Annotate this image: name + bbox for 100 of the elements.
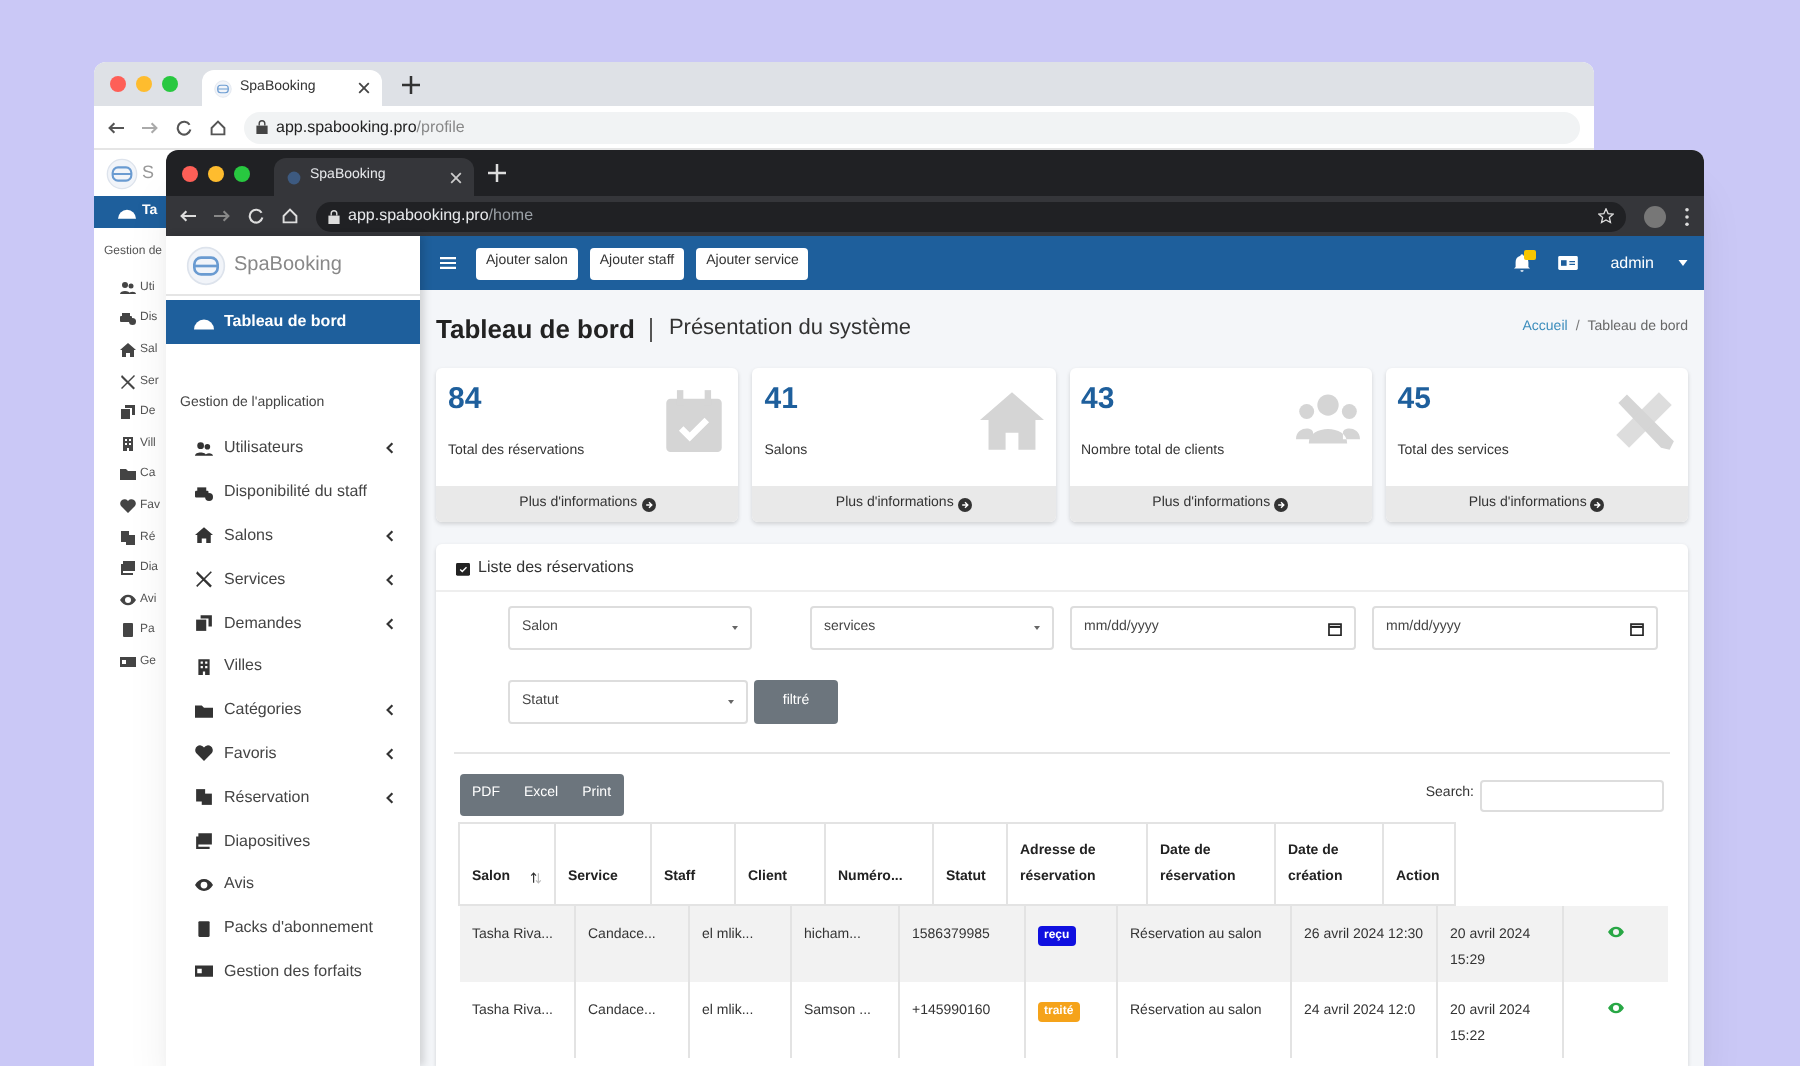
back-arrow-icon[interactable] [108,119,124,135]
sidebar-item[interactable]: Disponibilité du staff [166,470,420,515]
sidebar-item[interactable]: Services [166,557,420,602]
bell-icon[interactable] [1514,254,1531,272]
documents-icon [120,529,136,546]
sidebar-item[interactable]: Salons [166,514,420,558]
chevron-left-icon [386,617,394,630]
sort-icon [530,872,542,884]
folder-icon [194,701,214,720]
chevron-left-icon [386,791,394,804]
menu-icon[interactable] [440,256,456,270]
caret-down-icon [1678,260,1688,266]
sidebar-label: Demandes [224,611,304,636]
chevron-left-icon [386,747,394,760]
sidebar-item[interactable]: Catégories [166,688,420,733]
notification-badge [1524,250,1537,260]
user-menu[interactable]: admin [1610,251,1688,275]
url-text: app.spabooking.pro/home [348,204,534,228]
document-icon [194,919,214,938]
home-icon[interactable] [210,119,226,135]
dashboard-icon [118,204,136,220]
forward-arrow-icon[interactable] [214,208,230,224]
calendar-icon [1630,621,1644,635]
house-icon [979,388,1043,452]
sidebar-item[interactable]: Demandes [166,601,420,645]
chevron-left-icon [386,442,394,455]
brand-name: S [142,159,155,186]
sidebar-label: Tableau de bord [224,310,347,334]
brand-name: SpaBooking [234,252,342,280]
caret-down-icon [732,626,738,630]
sidebar-item[interactable]: Avis [166,862,420,907]
documents-icon [194,788,214,807]
globe-icon [286,169,302,185]
sidebar-item[interactable]: Villes [166,644,420,689]
sidebar-item[interactable]: Favoris [166,732,420,776]
lock-icon [256,120,268,134]
sidebar-label: Services [224,567,288,592]
url-text: app.spabooking.pro/profile [276,115,465,139]
sidebar-label: Salons [224,523,275,548]
sidebar-item[interactable]: Réservation [166,775,420,820]
calendar-check-icon [662,388,727,452]
document-icon [120,622,136,639]
sidebar-label: Utilisateurs [224,436,306,461]
sidebar-label: Diapositives [224,829,313,854]
calendar-icon [1328,621,1342,635]
logo-icon [186,245,226,285]
address-bar[interactable]: app.spabooking.pro/home [316,201,1626,231]
dashboard-icon [194,314,214,330]
plus-icon[interactable] [402,75,420,93]
caret-down-icon [1034,626,1040,630]
sidebar-item[interactable]: Gestion des forfaits [166,950,420,994]
eye-icon[interactable] [1608,926,1624,938]
chevron-left-icon [386,704,394,717]
arrow-circle-right-icon [641,497,656,511]
copy-icon [120,404,136,421]
star-icon[interactable] [1598,208,1614,224]
heart-icon [194,744,214,763]
users-icon [120,279,136,296]
sidebar-item[interactable]: Diapositives [166,819,420,863]
sidebar-item[interactable]: Utilisateurs [166,427,420,471]
images-icon [120,560,136,577]
avatar-icon[interactable] [1644,205,1666,227]
arrow-circle-right-icon [1274,497,1289,511]
sidebar-label: Catégories [224,698,304,723]
heart-icon [120,497,136,514]
stat-value: 43 [1081,384,1117,414]
address-bar[interactable]: app.spabooking.pro/profile [244,111,1580,143]
sidebar-label: Disponibilité du staff [224,480,369,505]
more-icon[interactable] [1684,207,1690,225]
folder-icon [120,466,136,483]
logo-icon [106,157,138,189]
card-title: Liste des réservations [478,555,634,579]
id-card-icon[interactable] [1558,256,1579,270]
stat-value: 41 [764,384,800,414]
sidebar-label: Réservation [224,785,312,810]
building-icon [194,657,214,676]
images-icon [194,832,214,851]
stat-value: 84 [448,384,484,414]
caret-down-icon [728,700,734,704]
page-title: Tableau de bord [436,311,635,348]
home-icon [120,341,136,358]
card-icon [120,653,136,670]
arrow-circle-right-icon [1590,497,1605,511]
chevron-left-icon [386,573,394,586]
stat-value: 45 [1397,384,1433,414]
sidebar-item[interactable]: Tableau de bord [166,300,420,344]
page-subtitle: Présentation du système [668,314,912,345]
building-icon [120,435,136,452]
close-icon[interactable] [358,82,370,94]
eye-icon [120,591,136,608]
search-field[interactable] [1480,779,1664,811]
eye-icon [194,875,214,894]
copy-icon [194,614,214,633]
home-icon [194,526,214,545]
chevron-left-icon [386,529,394,542]
eye-icon[interactable] [1608,1002,1624,1014]
arrow-circle-right-icon [957,497,972,511]
sidebar-item[interactable]: Packs d'abonnement [166,906,420,951]
sidebar-label: Avis [224,872,256,897]
reload-icon[interactable] [176,119,192,135]
